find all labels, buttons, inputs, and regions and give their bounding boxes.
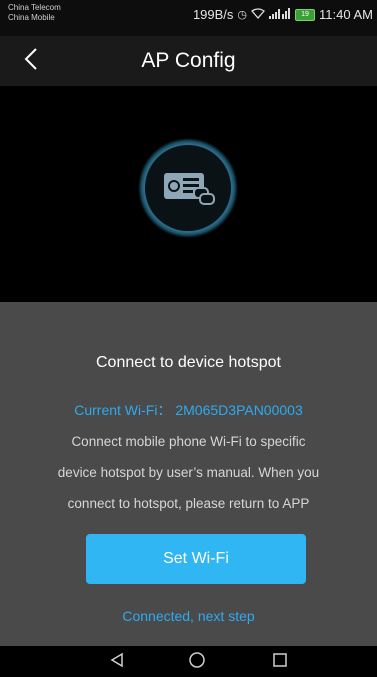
carrier-1: China Telecom <box>8 3 61 12</box>
next-step-link[interactable]: Connected, next step <box>0 608 377 624</box>
wifi-icon <box>251 7 266 22</box>
nav-recents-button[interactable] <box>267 650 293 674</box>
carrier-2: China Mobile <box>8 13 55 22</box>
time: 11:40 AM <box>319 7 373 22</box>
circle-home-icon <box>188 651 206 674</box>
instruction-line-2: device hotspot by user’s manual. When yo… <box>57 465 320 480</box>
carrier-info: China Telecom China Mobile <box>8 3 61 23</box>
config-panel: Connect to device hotspot Current Wi-Fi：… <box>0 302 377 646</box>
current-wifi-label: Current Wi-Fi： <box>74 402 172 418</box>
ap-device-icon <box>136 136 240 240</box>
triangle-back-icon <box>109 652 125 673</box>
square-recents-icon <box>272 652 288 673</box>
battery-icon: 19 <box>295 8 316 21</box>
current-wifi-value: 2M065D3PAN00003 <box>175 402 303 418</box>
status-bar: China Telecom China Mobile 199B/s ◷ 19 1… <box>0 0 377 36</box>
instruction-line-1: Connect mobile phone Wi-Fi to specific <box>71 434 306 449</box>
system-nav-bar <box>0 646 377 677</box>
page-title: AP Config <box>141 49 236 72</box>
instructions: Connect mobile phone Wi-Fi to specific d… <box>20 426 357 519</box>
set-wifi-button[interactable]: Set Wi-Fi <box>86 534 306 584</box>
status-indicators: 199B/s ◷ 19 11:40 AM <box>193 7 373 22</box>
app-header: AP Config <box>0 36 377 86</box>
net-speed: 199B/s <box>192 7 234 22</box>
panel-heading: Connect to device hotspot <box>95 354 281 371</box>
nav-back-button[interactable] <box>104 650 130 674</box>
hero-area <box>0 86 377 302</box>
alarm-icon: ◷ <box>237 9 248 21</box>
current-wifi: Current Wi-Fi： 2M065D3PAN00003 <box>0 400 377 420</box>
nav-home-button[interactable] <box>184 650 210 674</box>
signal-icon <box>269 7 291 22</box>
instruction-line-3: connect to hotspot, please return to APP <box>67 496 310 511</box>
